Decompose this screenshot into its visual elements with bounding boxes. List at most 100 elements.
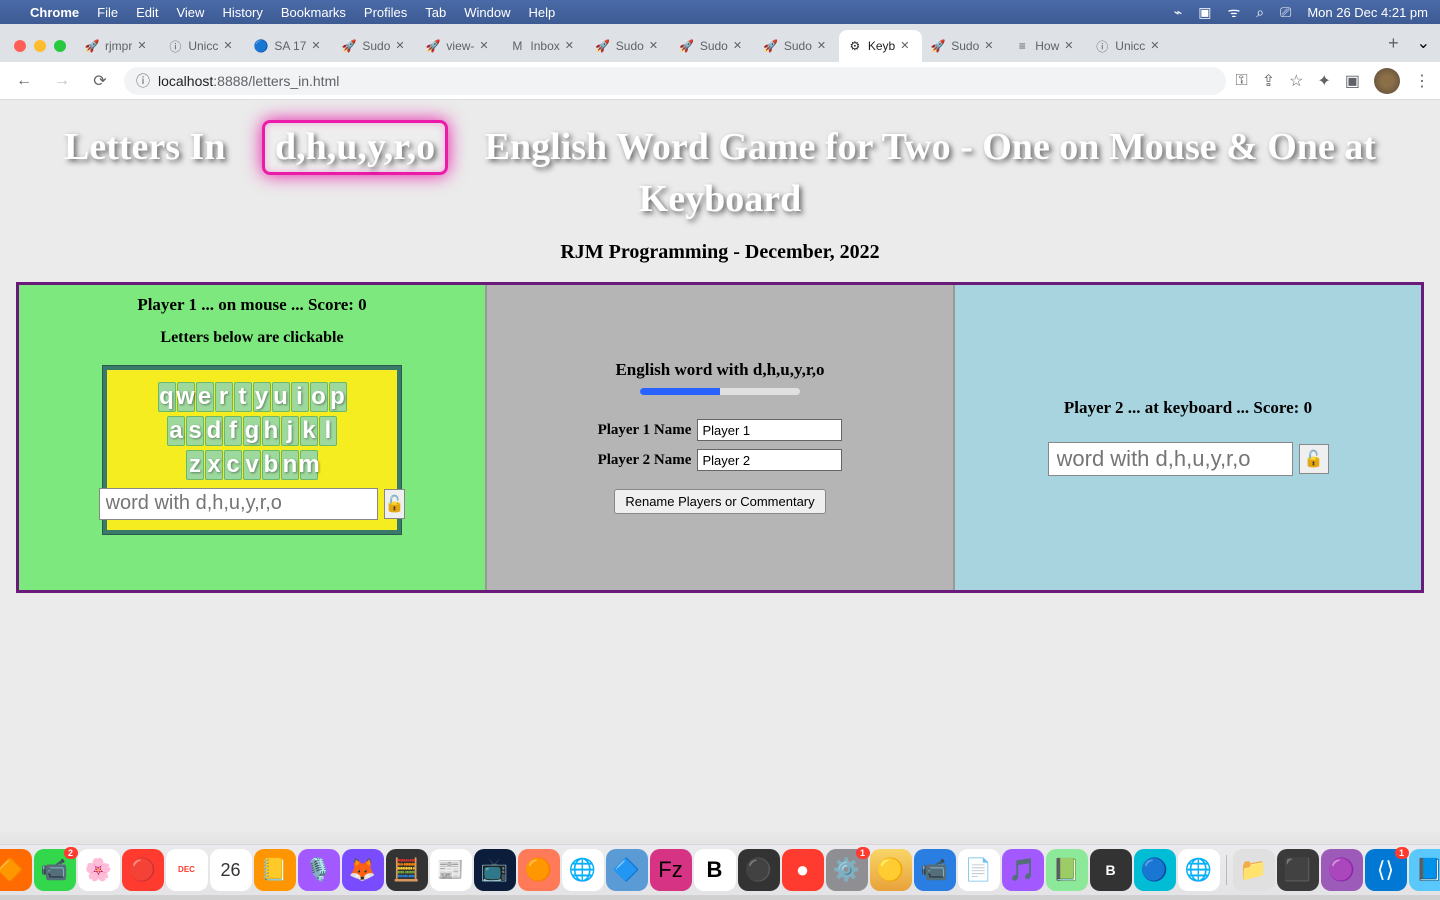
dock-app3-icon[interactable]: 📒 (254, 849, 296, 891)
tab-close-icon[interactable]: ✕ (311, 39, 325, 53)
tab-close-icon[interactable]: ✕ (1150, 39, 1164, 53)
dock-app15-icon[interactable]: 🔵 (1134, 849, 1176, 891)
keyboard-key-a[interactable]: a (167, 416, 185, 446)
dock-app8-icon[interactable]: ⚫ (738, 849, 780, 891)
menu-profiles[interactable]: Profiles (364, 5, 407, 20)
keyboard-key-s[interactable]: s (186, 416, 204, 446)
dock-app11-icon[interactable]: 📄 (958, 849, 1000, 891)
keyboard-key-r[interactable]: r (215, 382, 233, 412)
bookmark-star-icon[interactable]: ☆ (1289, 71, 1303, 91)
dock-firefox-icon[interactable]: 🦊 (342, 849, 384, 891)
wifi-icon[interactable]: ᯤ (1227, 3, 1240, 22)
keyboard-key-j[interactable]: j (281, 416, 299, 446)
browser-tab[interactable]: 🚀Sudo✕ (755, 30, 839, 62)
keyboard-key-p[interactable]: p (329, 382, 347, 412)
dock-news-icon[interactable]: 📰 (430, 849, 472, 891)
menu-tab[interactable]: Tab (425, 5, 446, 20)
browser-tab[interactable]: 🚀Sudo✕ (671, 30, 755, 62)
keyboard-key-y[interactable]: y (253, 382, 271, 412)
dock-tv-icon[interactable]: 📺 (474, 849, 516, 891)
browser-tab[interactable]: 🚀view-✕ (417, 30, 501, 62)
tab-close-icon[interactable]: ✕ (479, 39, 493, 53)
tab-close-icon[interactable]: ✕ (984, 39, 998, 53)
keyboard-key-n[interactable]: n (281, 450, 299, 480)
dock-app2-icon[interactable]: 🔴 (122, 849, 164, 891)
dock-facetime-icon[interactable]: 📹2 (34, 849, 76, 891)
keyboard-key-t[interactable]: t (234, 382, 252, 412)
browser-tab[interactable]: 🚀Sudo✕ (587, 30, 671, 62)
browser-tab[interactable]: ⓘUnicc✕ (1086, 30, 1172, 62)
dock-app17-icon[interactable]: 🟣 (1321, 849, 1363, 891)
site-info-icon[interactable]: ⓘ (136, 71, 150, 91)
menubar-app-name[interactable]: Chrome (30, 5, 79, 20)
spotlight-icon[interactable]: ⌕ (1256, 4, 1264, 21)
tab-close-icon[interactable]: ✕ (1064, 39, 1078, 53)
browser-tab[interactable]: ⚙Keyb✕ (839, 30, 922, 62)
browser-tab[interactable]: 🚀rjmpr✕ (76, 30, 159, 62)
window-fullscreen-button[interactable] (54, 40, 66, 52)
nav-back-button[interactable]: ← (10, 67, 38, 95)
dock-app7-icon[interactable]: B (694, 849, 736, 891)
rename-button[interactable]: Rename Players or Commentary (614, 489, 825, 514)
player1-name-input[interactable] (697, 419, 842, 441)
dock-app18-icon[interactable]: 📘 (1409, 849, 1440, 891)
menu-file[interactable]: File (97, 5, 118, 20)
new-tab-button[interactable]: + (1380, 33, 1407, 54)
keyboard-key-i[interactable]: i (291, 382, 309, 412)
player2-name-input[interactable] (697, 449, 842, 471)
dock-podcasts-icon[interactable]: 🎙️ (298, 849, 340, 891)
omnibox[interactable]: ⓘ localhost:8888/letters_in.html (124, 67, 1226, 95)
dock-vscode-icon[interactable]: ⟨⟩1 (1365, 849, 1407, 891)
player2-word-input[interactable] (1048, 442, 1293, 476)
chrome-menu-icon[interactable]: ⋮ (1414, 71, 1430, 91)
keyboard-key-m[interactable]: m (300, 450, 318, 480)
tab-close-icon[interactable]: ✕ (817, 39, 831, 53)
menu-window[interactable]: Window (464, 5, 510, 20)
browser-tab[interactable]: 🚀Sudo✕ (922, 30, 1006, 62)
player1-word-input[interactable] (99, 488, 378, 520)
dock-app16-icon[interactable]: 📁 (1233, 849, 1275, 891)
control-center-icon[interactable]: ⎚ (1280, 4, 1291, 21)
dock-photos-icon[interactable]: 🌸 (78, 849, 120, 891)
tab-close-icon[interactable]: ✕ (395, 39, 409, 53)
keyboard-key-e[interactable]: e (196, 382, 214, 412)
dock-app12-icon[interactable]: 🎵 (1002, 849, 1044, 891)
share-icon[interactable]: ⇪ (1262, 71, 1275, 91)
keyboard-key-c[interactable]: c (224, 450, 242, 480)
browser-tab[interactable]: MInbox✕ (501, 30, 586, 62)
tab-close-icon[interactable]: ✕ (565, 39, 579, 53)
menu-view[interactable]: View (176, 5, 204, 20)
dock-app6-icon[interactable]: 🔷 (606, 849, 648, 891)
keyboard-key-w[interactable]: w (177, 382, 195, 412)
nav-forward-button[interactable]: → (48, 67, 76, 95)
menu-history[interactable]: History (222, 5, 262, 20)
menu-edit[interactable]: Edit (136, 5, 158, 20)
player2-lock-button[interactable]: 🔓 (1299, 444, 1329, 474)
menu-bookmarks[interactable]: Bookmarks (281, 5, 346, 20)
keyboard-key-b[interactable]: b (262, 450, 280, 480)
keyboard-key-h[interactable]: h (262, 416, 280, 446)
browser-tab[interactable]: ≡How✕ (1006, 30, 1086, 62)
keyboard-key-k[interactable]: k (300, 416, 318, 446)
dock-terminal-icon[interactable]: ⬛ (1277, 849, 1319, 891)
dock-chrome-icon[interactable]: 🌐 (1178, 849, 1220, 891)
keyboard-key-x[interactable]: x (205, 450, 223, 480)
tab-close-icon[interactable]: ✕ (649, 39, 663, 53)
dock-app14-icon[interactable]: B (1090, 849, 1132, 891)
keyboard-key-f[interactable]: f (224, 416, 242, 446)
keyboard-key-l[interactable]: l (319, 416, 337, 446)
battery-icon[interactable]: ▣ (1198, 4, 1211, 21)
sidepanel-icon[interactable]: ▣ (1345, 71, 1360, 91)
dock-app13-icon[interactable]: 📗 (1046, 849, 1088, 891)
dock-settings-icon[interactable]: ⚙️1 (826, 849, 868, 891)
tab-close-icon[interactable]: ✕ (137, 39, 151, 53)
dock-app4-icon[interactable]: 🟠 (518, 849, 560, 891)
player1-lock-button[interactable]: 🔓 (384, 489, 406, 519)
browser-tab[interactable]: 🔵SA 17✕ (245, 30, 333, 62)
keyboard-key-u[interactable]: u (272, 382, 290, 412)
tab-close-icon[interactable]: ✕ (733, 39, 747, 53)
window-close-button[interactable] (14, 40, 26, 52)
window-minimize-button[interactable] (34, 40, 46, 52)
browser-tab[interactable]: 🚀Sudo✕ (333, 30, 417, 62)
tab-overflow-button[interactable]: ⌄ (1407, 33, 1440, 53)
